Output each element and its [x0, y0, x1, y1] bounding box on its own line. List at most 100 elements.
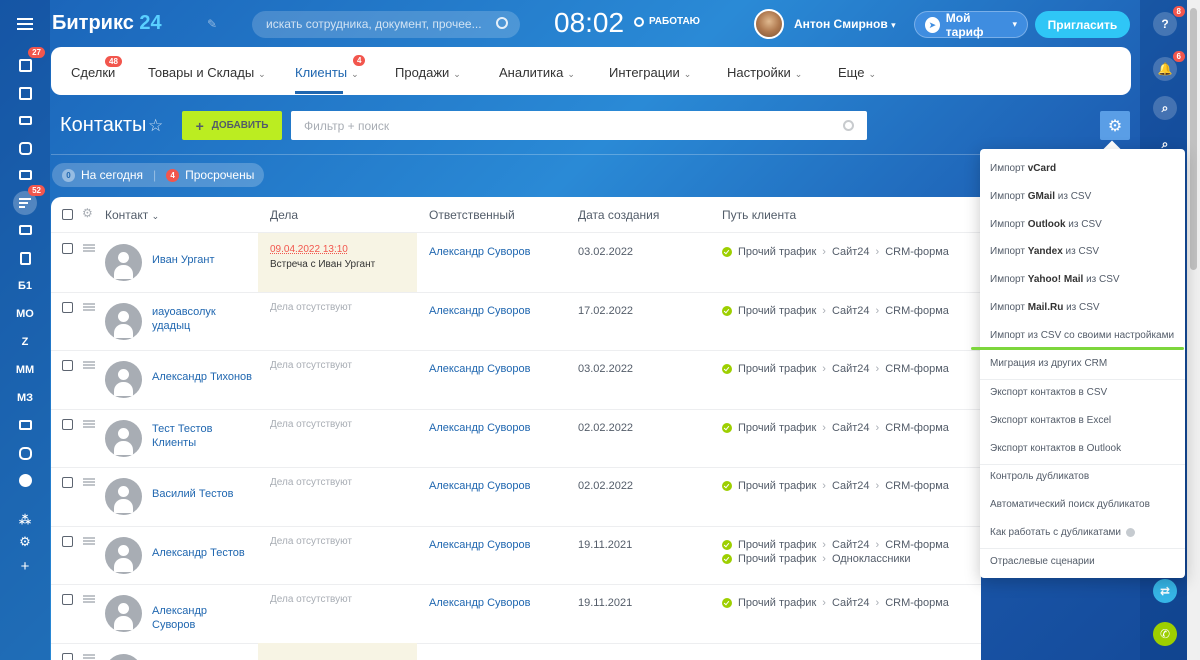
avatar[interactable]	[105, 244, 142, 281]
client-path[interactable]: Прочий трафик › Сайт24 › CRM-форма	[722, 246, 949, 258]
user-menu[interactable]: Антон Смирнов ▾	[794, 17, 896, 31]
deal-text[interactable]: Встреча с Иван Ургант	[270, 259, 417, 270]
responsible-link[interactable]: Александр Суворов	[429, 246, 530, 258]
column-header-responsible[interactable]: Ответственный	[429, 208, 515, 222]
tariff-button[interactable]: ➤ Мой тариф ▾	[914, 11, 1028, 39]
select-all-checkbox[interactable]	[62, 209, 73, 220]
tab-products[interactable]: Товары и Склады ⌄	[148, 65, 266, 80]
menu-icon[interactable]	[13, 12, 37, 36]
avatar[interactable]	[105, 361, 142, 398]
tab-settings[interactable]: Настройки ⌄	[727, 65, 802, 80]
row-menu-icon[interactable]	[83, 653, 95, 660]
responsible-link[interactable]: Александр Суворов	[429, 305, 530, 317]
contact-name-link[interactable]: Василий Тестов	[152, 487, 252, 501]
row-checkbox[interactable]	[62, 360, 73, 371]
edit-pencil-icon[interactable]: ✎	[207, 17, 217, 31]
tab-analytics[interactable]: Аналитика ⌄	[499, 65, 575, 80]
menu-item[interactable]: Импорт из CSV со своими настройками	[990, 330, 1180, 341]
transfer-icon[interactable]: ⇄	[1153, 579, 1177, 603]
help-icon[interactable]	[1125, 527, 1135, 537]
row-checkbox[interactable]	[62, 652, 73, 660]
menu-item[interactable]: Экспорт контактов в CSV	[990, 387, 1180, 398]
global-search-input[interactable]: искать сотрудника, документ, прочее...	[252, 11, 520, 38]
add-icon[interactable]: +	[13, 554, 37, 578]
scrollbar-thumb[interactable]	[1190, 8, 1197, 270]
avatar[interactable]	[105, 595, 142, 632]
menu-item[interactable]: Импорт GMail из CSV	[990, 191, 1180, 202]
menu-item[interactable]: Импорт Yandex из CSV	[990, 246, 1180, 257]
robot-icon[interactable]	[13, 441, 37, 465]
invite-button[interactable]: Пригласить	[1035, 11, 1130, 38]
row-menu-icon[interactable]	[83, 302, 95, 311]
client-path[interactable]: Прочий трафик › Сайт24 › CRM-форма	[722, 363, 949, 375]
menu-item[interactable]: Импорт Mail.Ru из CSV	[990, 302, 1180, 313]
responsible-link[interactable]: Александр Суворов	[429, 539, 530, 551]
menu-item[interactable]: Автоматический поиск дубликатов	[990, 499, 1180, 510]
client-path[interactable]: Прочий трафик › Сайт24 › CRM-форма	[722, 422, 949, 434]
contact-name-link[interactable]: Александр Тестов	[152, 546, 252, 560]
contact-name-link[interactable]: Тест Тестов Клиенты	[152, 422, 252, 450]
contact-name-link[interactable]: иауоавсолук удадыц	[152, 305, 252, 333]
row-menu-icon[interactable]	[83, 361, 95, 369]
star-icon[interactable]: ☆	[148, 116, 163, 136]
row-checkbox[interactable]	[62, 477, 73, 488]
client-path[interactable]: Прочий трафик › Сайт24 › CRM-форма	[722, 480, 949, 492]
responsible-link[interactable]: Александр Суворов	[429, 363, 530, 375]
user-avatar[interactable]	[754, 9, 784, 39]
document-icon[interactable]	[13, 246, 37, 270]
menu-item[interactable]: Экспорт контактов в Excel	[990, 415, 1180, 426]
rail-label-mo[interactable]: МО	[13, 302, 37, 326]
menu-item[interactable]: Миграция из других CRM	[990, 358, 1180, 369]
menu-item[interactable]: Импорт Outlook из CSV	[990, 219, 1180, 230]
tasks-icon[interactable]: 27	[13, 47, 45, 77]
column-header-contact[interactable]: Контакт ⌄	[105, 208, 159, 222]
row-menu-icon[interactable]	[83, 478, 95, 486]
contact-name-link[interactable]: Иван Ургант	[152, 253, 252, 267]
avatar[interactable]	[105, 302, 142, 340]
responsible-link[interactable]: Александр Суворов	[429, 597, 530, 609]
disk-icon[interactable]	[13, 108, 37, 132]
row-checkbox[interactable]	[62, 418, 73, 430]
rail-label-mm[interactable]: ММ	[13, 358, 37, 382]
settings-gear-button[interactable]: ⚙	[1100, 111, 1130, 140]
menu-item[interactable]: Контроль дубликатов	[990, 471, 1180, 482]
search-chat-icon[interactable]: ⌕	[1153, 96, 1177, 120]
search-icon[interactable]	[843, 120, 854, 131]
avatar[interactable]	[105, 419, 142, 457]
row-menu-icon[interactable]	[83, 244, 95, 252]
logo[interactable]: Битрикс 24	[52, 12, 162, 35]
work-status[interactable]: РАБОТАЮ	[634, 16, 700, 27]
mail-icon[interactable]	[13, 163, 37, 187]
rail-label-z[interactable]: Z	[13, 330, 37, 354]
rail-label-b1[interactable]: Б1	[13, 274, 37, 298]
column-header-created[interactable]: Дата создания	[578, 208, 659, 222]
rail-label-mz[interactable]: МЗ	[13, 386, 37, 410]
counter-overdue[interactable]: Просрочены	[185, 168, 254, 182]
search-icon[interactable]	[496, 17, 508, 29]
avatar[interactable]	[105, 478, 142, 515]
structure-icon[interactable]: ⁂	[13, 508, 37, 532]
add-button[interactable]: + ДОБАВИТЬ	[182, 111, 282, 140]
table-settings-gear-icon[interactable]: ⚙	[82, 206, 93, 220]
feed-icon[interactable]: 52	[13, 185, 45, 215]
filter-search-input[interactable]: Фильтр + поиск	[291, 111, 867, 140]
menu-item[interactable]: Как работать с дубликатами	[990, 527, 1180, 538]
row-checkbox[interactable]	[62, 243, 73, 254]
contact-name-link[interactable]: Александр Суворов	[152, 604, 252, 632]
column-header-path[interactable]: Путь клиента	[722, 208, 796, 222]
contact-name-link[interactable]: Александр Тихонов	[152, 370, 252, 384]
calendar-icon[interactable]	[13, 81, 37, 105]
client-path[interactable]: Прочий трафик › Сайт24 › CRM-форма	[722, 305, 949, 317]
row-checkbox[interactable]	[62, 594, 73, 605]
bank-icon[interactable]	[13, 413, 37, 437]
responsible-link[interactable]: Александр Суворов	[429, 422, 530, 434]
row-menu-icon[interactable]	[83, 419, 95, 428]
chevron-down-circle-icon[interactable]	[13, 468, 37, 492]
client-path[interactable]: Прочий трафик › Сайт24 › CRM-форма	[722, 539, 949, 551]
notification-bell-icon[interactable]: 🔔 6	[1153, 51, 1185, 81]
chat-icon[interactable]	[13, 136, 37, 160]
menu-item[interactable]: Отраслевые сценарии	[990, 556, 1180, 567]
tab-clients[interactable]: Клиенты ⌄	[295, 65, 359, 80]
avatar[interactable]	[105, 536, 142, 574]
tab-sales[interactable]: Продажи ⌄	[395, 65, 461, 80]
